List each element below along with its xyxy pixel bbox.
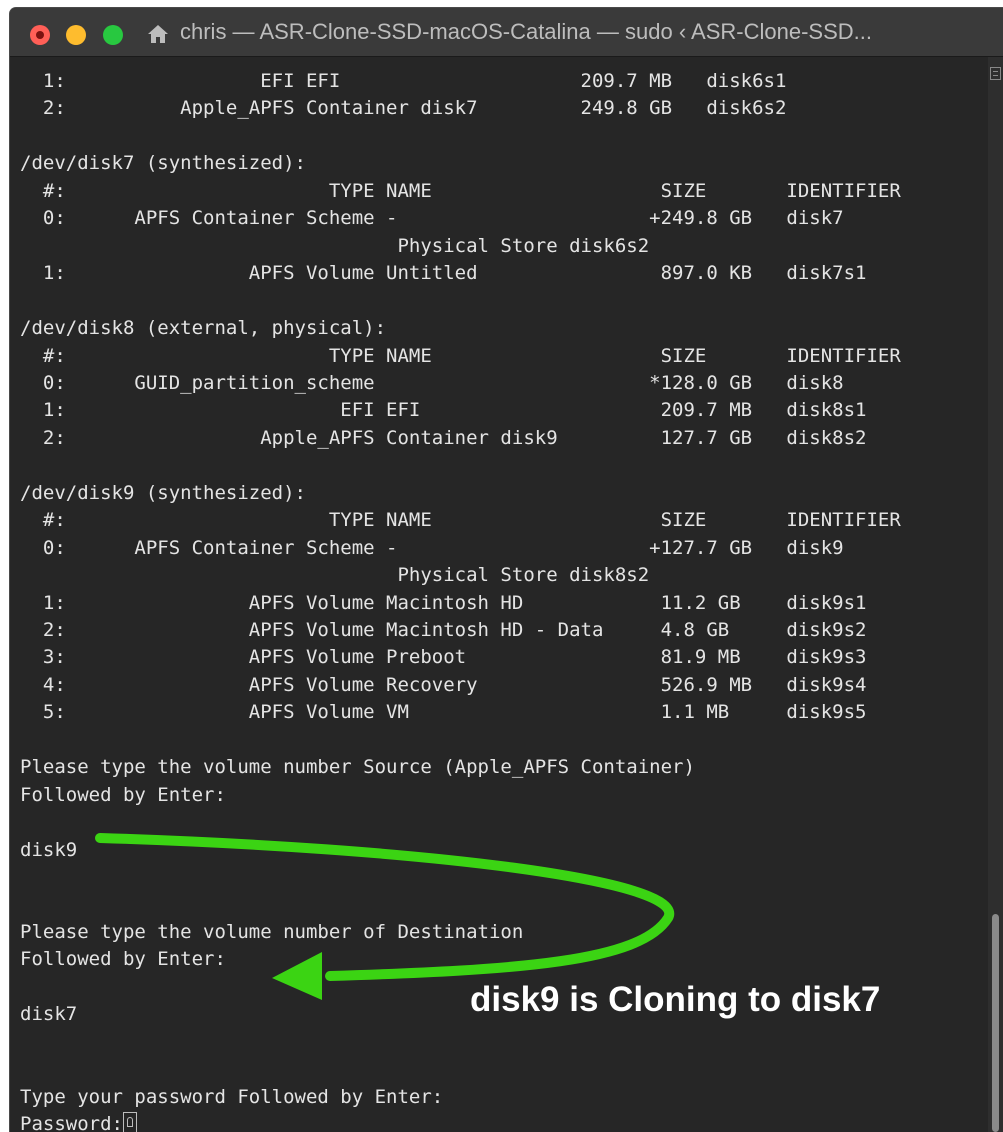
terminal-line: #: TYPE NAME SIZE IDENTIFIER [20, 179, 901, 202]
terminal-line: 1: EFI EFI 209.7 MB disk8s1 [20, 399, 867, 422]
minimize-button[interactable] [66, 25, 86, 45]
terminal-line: Please type the volume number Source (Ap… [20, 756, 695, 779]
home-icon [148, 25, 168, 43]
terminal-line: /dev/disk7 (synthesized): [20, 152, 306, 175]
terminal-line: Physical Store disk6s2 [20, 234, 650, 257]
terminal-line: #: TYPE NAME SIZE IDENTIFIER [20, 344, 901, 367]
terminal-line: Physical Store disk8s2 [20, 564, 650, 587]
close-button[interactable] [30, 25, 50, 45]
terminal-line: 1: EFI EFI 209.7 MB disk6s1 [20, 70, 787, 92]
window-title: chris — ASR-Clone-SSD-macOS-Catalina — s… [180, 19, 872, 44]
key-cursor-icon [122, 1112, 137, 1132]
terminal-line: 1: APFS Volume Macintosh HD 11.2 GB disk… [20, 591, 867, 614]
terminal-line: 0: APFS Container Scheme - +127.7 GB dis… [20, 536, 844, 559]
terminal-window: chris — ASR-Clone-SSD-macOS-Catalina — s… [10, 8, 1003, 1132]
annotation-label: disk9 is Cloning to disk7 [470, 980, 881, 1019]
terminal-line: /dev/disk9 (synthesized): [20, 481, 306, 504]
terminal-line: disk9 [20, 838, 78, 861]
terminal-output[interactable]: 1: EFI EFI 209.7 MB disk6s1 2: Apple_APF… [10, 57, 988, 1132]
terminal-line: 5: APFS Volume VM 1.1 MB disk9s5 [20, 701, 867, 724]
terminal-line: 2: APFS Volume Macintosh HD - Data 4.8 G… [20, 619, 867, 641]
terminal-line: 4: APFS Volume Recovery 526.9 MB disk9s4 [20, 673, 867, 696]
terminal-line: 2: Apple_APFS Container disk9 127.7 GB d… [20, 426, 867, 449]
terminal-line: 1: APFS Volume Untitled 897.0 KB disk7s1 [20, 262, 867, 285]
terminal-line: Please type the volume number of Destina… [20, 920, 524, 943]
terminal-line: Type your password Followed by Enter: [20, 1085, 444, 1108]
terminal-line: 3: APFS Volume Preboot 81.9 MB disk9s3 [20, 646, 867, 669]
terminal-line: Followed by Enter: [20, 783, 226, 806]
password-prompt: Password: [20, 1113, 123, 1132]
terminal-line: 0: GUID_partition_scheme *128.0 GB disk8 [20, 371, 844, 394]
vertical-scrollbar[interactable] [988, 57, 1003, 1132]
password-prompt-line[interactable]: Password: [20, 1111, 988, 1132]
title-bar[interactable]: chris — ASR-Clone-SSD-macOS-Catalina — s… [10, 8, 1003, 57]
zoom-button[interactable] [103, 25, 123, 45]
scroll-thumb[interactable] [992, 914, 999, 1132]
terminal-line: Followed by Enter: [20, 948, 226, 971]
terminal-line: /dev/disk8 (external, physical): [20, 317, 387, 340]
document-icon [990, 67, 1001, 80]
terminal-line: 2: Apple_APFS Container disk7 249.8 GB d… [20, 97, 787, 120]
terminal-line: #: TYPE NAME SIZE IDENTIFIER [20, 509, 901, 532]
terminal-line: 0: APFS Container Scheme - +249.8 GB dis… [20, 207, 844, 230]
